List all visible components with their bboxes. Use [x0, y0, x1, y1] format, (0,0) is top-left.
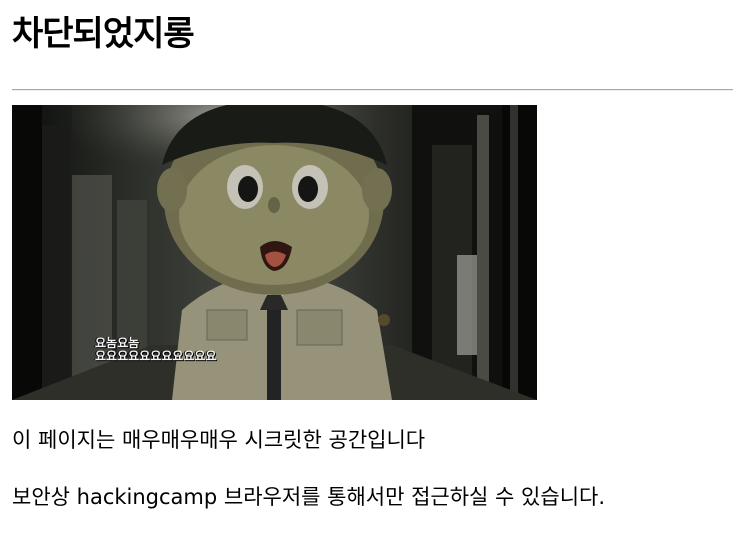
caption-line-2: 요요요요요요요요요요요: [95, 349, 217, 363]
secret-page-notice: 이 페이지는 매우매우매우 시크릿한 공간입니다: [12, 428, 426, 452]
browser-requirement-notice: 보안상 hackingcamp 브라우저를 통해서만 접근하실 수 있습니다.: [12, 485, 606, 509]
mascot-scene-illustration: [12, 105, 537, 400]
image-caption: 요놈요놈 요요요요요요요요요요요: [95, 337, 216, 363]
page-title: 차단되었지롱: [12, 14, 195, 54]
blocked-image: 요놈요놈 요요요요요요요요요요요: [12, 105, 537, 400]
caption-line-1: 요놈요놈: [95, 336, 140, 350]
divider: [12, 89, 733, 91]
